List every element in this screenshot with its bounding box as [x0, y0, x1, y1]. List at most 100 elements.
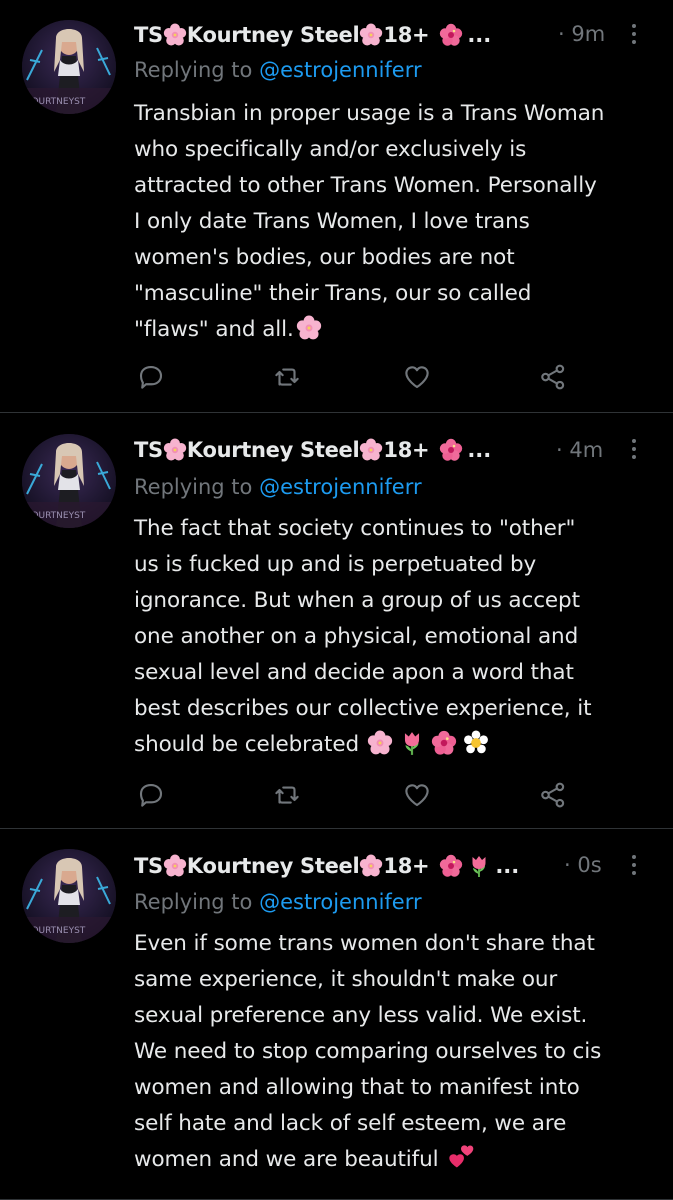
cherry-blossom-icon [367, 730, 393, 755]
tweet-text: Transbian in proper usage is a Trans Wom… [134, 96, 659, 348]
avatar-image: KOURTNEYST [22, 434, 116, 528]
svg-text:KOURTNEYST: KOURTNEYST [26, 97, 86, 107]
tweet-text-line: "masculine" their Trans, our so called [134, 281, 532, 306]
tulip-icon [403, 731, 421, 756]
tweet-2[interactable]: KOURTNEYST TS Kourtney Steel 18+ ... · 4… [0, 413, 673, 828]
tweet-text-line-last: women and we are beautiful [134, 1142, 659, 1178]
avatar-image: KOURTNEYST [22, 20, 116, 114]
two-hearts-icon [448, 1145, 473, 1168]
tweet-text-fragment: "flaws" and all. [134, 317, 294, 342]
hibiscus-icon [440, 438, 463, 461]
retweet-icon [275, 368, 299, 386]
retweet-icon [275, 786, 299, 804]
tweet-time[interactable]: · 0s [564, 853, 602, 877]
tweet-text-fragment: should be celebrated [134, 732, 359, 757]
replying-to-label: Replying to [134, 58, 260, 82]
name-ellipsis: ... [495, 854, 520, 878]
more-options-icon[interactable] [629, 855, 639, 879]
replying-to: Replying to @estrojenniferr [134, 475, 422, 499]
hibiscus-icon [440, 854, 463, 877]
tweet-text-line: ignorance. But when a group of us accept [134, 588, 580, 613]
svg-text:KOURTNEYST: KOURTNEYST [26, 926, 86, 936]
author-suffix[interactable]: 18+ [383, 438, 429, 462]
share-icon [541, 364, 565, 390]
author-suffix[interactable]: 18+ [383, 854, 429, 878]
hibiscus-icon [431, 730, 457, 755]
tweet-text: Even if some trans women don't share tha… [134, 926, 659, 1178]
more-options-icon[interactable] [629, 24, 639, 48]
tweet-text-line: one another on a physical, emotional and [134, 624, 579, 649]
tulip-icon [471, 855, 487, 878]
tweet-text-line: women's bodies, our bodies are not [134, 245, 515, 270]
author-suffix[interactable]: 18+ [383, 23, 429, 47]
replying-to-label: Replying to [134, 890, 260, 914]
tweet-actions [134, 362, 574, 392]
author-name[interactable]: Kourtney Steel [187, 438, 360, 462]
name-ellipsis: ... [467, 438, 492, 462]
avatar[interactable]: KOURTNEYST [22, 849, 116, 943]
tweet-text-line: best describes our collective experience… [134, 696, 592, 721]
tweet-text-line: sexual preference any less valid. We exi… [134, 1003, 588, 1028]
blossom-icon [464, 730, 488, 754]
cherry-blossom-icon [163, 23, 187, 46]
avatar[interactable]: KOURTNEYST [22, 434, 116, 528]
like-icon [405, 366, 429, 389]
tweet-time[interactable]: · 9m [558, 22, 605, 46]
tweet-text-fragment: women and we are beautiful [134, 1147, 439, 1172]
tweet-text-line: attracted to other Trans Women. Personal… [134, 173, 597, 198]
cherry-blossom-icon [360, 23, 383, 46]
tweet-text-line: The fact that society continues to "othe… [134, 516, 576, 541]
tweet-text-line: self hate and lack of self esteem, we ar… [134, 1111, 567, 1136]
replying-to: Replying to @estrojenniferr [134, 58, 422, 82]
share-button[interactable] [538, 780, 570, 810]
tweet-text-line: Even if some trans women don't share tha… [134, 931, 595, 956]
tweet-text-line: We need to stop comparing ourselves to c… [134, 1039, 602, 1064]
author-name[interactable]: Kourtney Steel [187, 854, 360, 878]
cherry-blossom-icon [163, 438, 187, 461]
share-icon [541, 782, 565, 808]
reply-button[interactable] [136, 362, 168, 392]
tweet-actions [134, 780, 574, 810]
tweet-text-line: Transbian in proper usage is a Trans Wom… [134, 101, 605, 126]
reply-icon [139, 783, 163, 807]
like-icon [405, 784, 429, 807]
author-name[interactable]: Kourtney Steel [187, 23, 360, 47]
tweet-text-line: us is fucked up and is perpetuated by [134, 552, 537, 577]
retweet-button[interactable] [272, 362, 304, 392]
cherry-blossom-icon [360, 854, 383, 877]
tweet-1[interactable]: KOURTNEYST TS Kourtney Steel 18+ ... · 9… [0, 0, 673, 412]
tweet-text-line: I only date Trans Women, I love trans [134, 209, 530, 234]
tweet-text-line-last: should be celebrated [134, 727, 659, 763]
tweet-text-line-last: "flaws" and all. [134, 312, 659, 348]
retweet-button[interactable] [272, 780, 304, 810]
hibiscus-icon [440, 23, 463, 46]
cherry-blossom-icon [360, 438, 383, 461]
replying-to-label: Replying to [134, 475, 260, 499]
like-button[interactable] [402, 780, 434, 810]
share-button[interactable] [538, 362, 570, 392]
author-prefix[interactable]: TS [134, 23, 163, 47]
reply-handle-link[interactable]: @estrojenniferr [259, 475, 422, 499]
reply-icon [139, 365, 163, 389]
tweet-text-line: who specifically and/or exclusively is [134, 137, 527, 162]
tweet-time[interactable]: · 4m [556, 438, 603, 462]
reply-handle-link[interactable]: @estrojenniferr [259, 58, 422, 82]
reply-handle-link[interactable]: @estrojenniferr [259, 890, 422, 914]
like-button[interactable] [402, 362, 434, 392]
cherry-blossom-icon [296, 315, 321, 340]
cherry-blossom-icon [163, 854, 187, 877]
tweet-text-line: same experience, it shouldn't make our [134, 967, 558, 992]
author-prefix[interactable]: TS [134, 854, 163, 878]
author-prefix[interactable]: TS [134, 438, 163, 462]
more-options-icon[interactable] [629, 439, 639, 463]
svg-text:KOURTNEYST: KOURTNEYST [26, 511, 86, 521]
name-ellipsis: ... [467, 23, 492, 47]
tweet-text: The fact that society continues to "othe… [134, 511, 659, 763]
reply-button[interactable] [136, 780, 168, 810]
avatar[interactable]: KOURTNEYST [22, 20, 116, 114]
tweet-text-line: women and allowing that to manifest into [134, 1075, 580, 1100]
avatar-image: KOURTNEYST [22, 849, 116, 943]
tweet-3[interactable]: KOURTNEYST TS Kourtney Steel 18+ ... · 0… [0, 829, 673, 1200]
tweet-text-line: sexual level and decide apon a word that [134, 660, 574, 685]
replying-to: Replying to @estrojenniferr [134, 890, 422, 914]
